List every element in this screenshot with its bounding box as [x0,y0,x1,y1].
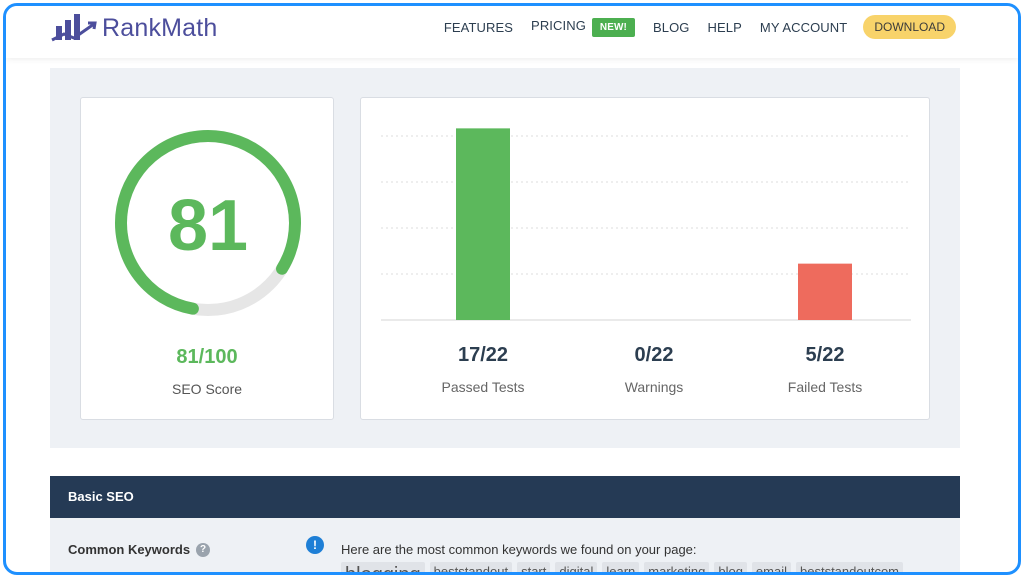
bar-failed-tests [798,263,852,320]
score-fraction: 81/100 [176,346,238,368]
common-keywords-label: Common Keywords ? [68,542,211,557]
stat-warnings: 0/22 Warnings [574,344,734,395]
nav-pricing[interactable]: PRICING NEW! [531,17,635,37]
bar-chart-arrow-icon [51,14,97,42]
stat-passed-value: 17/22 [457,344,509,366]
stat-failed-value: 5/22 [805,344,845,366]
bar-passed-tests [456,128,510,320]
tests-card: 17/22 Passed Tests 0/22 Warnings 5/22 Fa… [360,97,930,420]
nav-features[interactable]: FEATURES [444,20,513,35]
keyword-tag: beststandoutcom [796,562,904,572]
score-number: 81 [167,186,249,266]
keyword-tag: digital [555,562,598,572]
keyword-tag: beststandout [429,562,513,572]
browser-frame: RankMath FEATURES PRICING NEW! BLOG HELP … [3,3,1021,575]
stat-passed: 17/22 Passed Tests [403,344,563,395]
logo[interactable]: RankMath [50,10,218,46]
basic-seo-header[interactable]: Basic SEO [50,476,960,518]
keyword-tag: marketing [644,562,710,572]
stat-failed-label: Failed Tests [787,379,863,395]
keyword-tag: blogging [341,562,425,572]
main-nav: FEATURES PRICING NEW! BLOG HELP MY ACCOUN… [426,15,956,39]
common-keywords-text: Common Keywords [68,542,191,557]
exclamation-icon: ! [306,536,324,554]
nav-help[interactable]: HELP [708,20,742,35]
stat-warnings-label: Warnings [624,379,684,395]
download-button[interactable]: DOWNLOAD [863,15,956,39]
keywords-description: Here are the most common keywords we fou… [341,542,697,557]
common-keywords-row: Common Keywords ? ! Here are the most co… [50,518,960,572]
stat-passed-label: Passed Tests [441,379,525,395]
site-header: RankMath FEATURES PRICING NEW! BLOG HELP … [6,6,1018,58]
basic-seo-title: Basic SEO [68,489,134,504]
nav-pricing-label: PRICING [531,17,586,33]
stat-failed: 5/22 Failed Tests [745,344,905,395]
logo-text: RankMath [102,13,218,42]
question-icon[interactable]: ? [196,542,211,557]
new-badge: NEW! [591,17,635,37]
keyword-tag: learn [602,562,640,572]
keyword-tag: start [517,562,551,572]
nav-my-account[interactable]: MY ACCOUNT [760,20,847,35]
score-label: SEO Score [171,381,243,397]
keyword-tag: blog [714,562,747,572]
keyword-tag: email [751,562,791,572]
nav-blog[interactable]: BLOG [653,20,690,35]
tests-bar-chart [381,128,911,321]
stat-warnings-value: 0/22 [634,344,674,366]
score-panel: 81 81/100 SEO Score 17/22 Passed Tests 0… [50,68,960,448]
seo-score-card: 81 81/100 SEO Score [80,97,334,420]
keyword-tags: blogging beststandout start digital lear… [341,562,908,572]
